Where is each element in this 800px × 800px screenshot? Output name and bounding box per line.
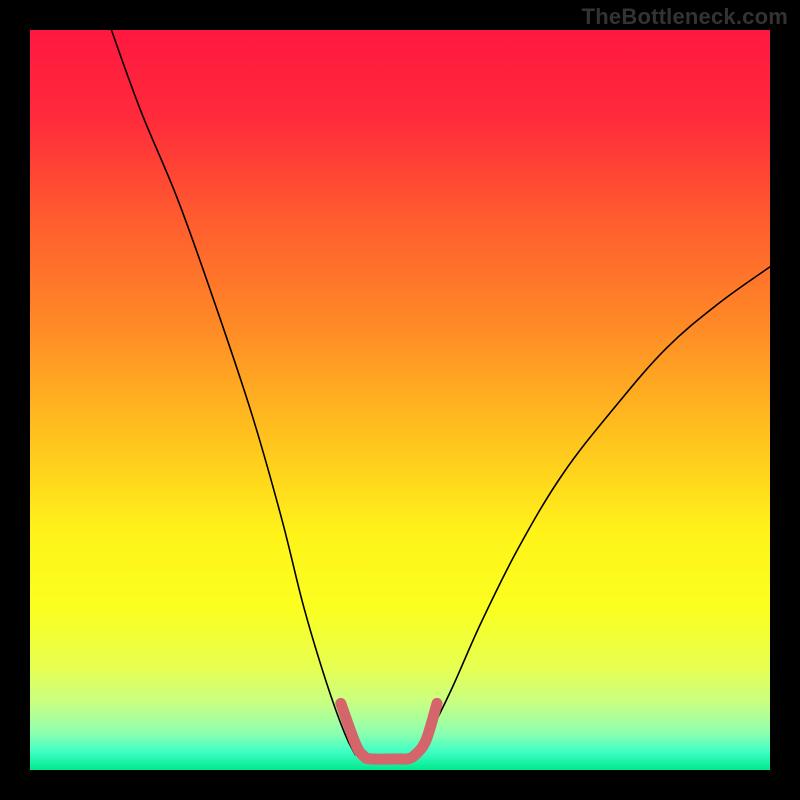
gradient-background [30,30,770,770]
plot-area [30,30,770,770]
watermark-text: TheBottleneck.com [582,4,788,30]
chart-frame: TheBottleneck.com [0,0,800,800]
chart-svg [30,30,770,770]
